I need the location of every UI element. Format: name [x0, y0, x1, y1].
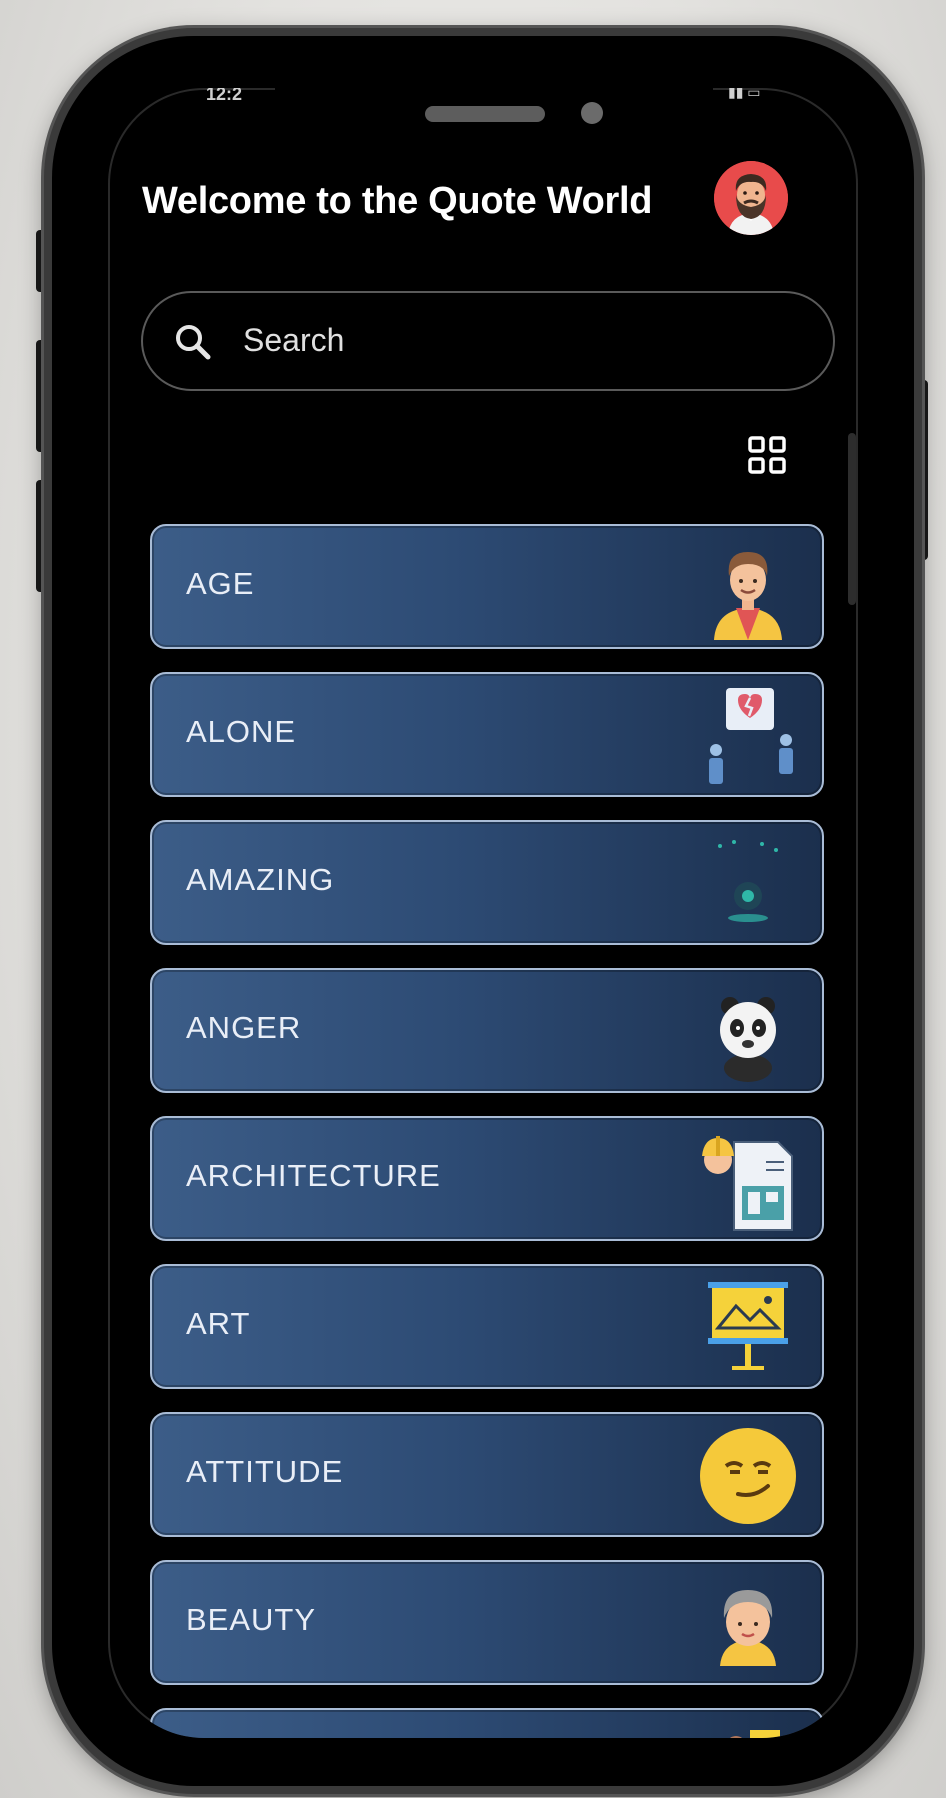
- category-card-amazing[interactable]: AMAZING: [150, 820, 824, 945]
- search-icon: [176, 325, 211, 360]
- phone-bezel: 12:2 ▮▮ ▭ Welcome to the Quote World Sea…: [52, 36, 914, 1786]
- smirk-emoji-icon: [700, 1428, 796, 1524]
- category-card-beauty[interactable]: BEAUTY: [150, 1560, 824, 1685]
- scrollbar[interactable]: [848, 433, 856, 605]
- app-screen: 12:2 ▮▮ ▭ Welcome to the Quote World Sea…: [108, 88, 858, 1738]
- status-icons: ▮▮ ▭: [728, 88, 761, 100]
- avatar[interactable]: [714, 161, 788, 235]
- architect-blueprint-icon: [702, 1136, 793, 1231]
- category-label: BEAUTY: [186, 1602, 317, 1637]
- woman-face-icon: [720, 1590, 776, 1666]
- category-card-alone[interactable]: ALONE: [150, 672, 824, 797]
- category-card-partial[interactable]: [150, 1708, 824, 1738]
- category-label: AGE: [186, 566, 255, 601]
- grid-view-icon[interactable]: [748, 436, 786, 474]
- category-label: AMAZING: [186, 862, 335, 897]
- category-card-art[interactable]: ART: [150, 1264, 824, 1389]
- page-title: Welcome to the Quote World: [142, 180, 653, 222]
- search-input[interactable]: Search: [243, 322, 344, 359]
- status-time: 12:2: [206, 88, 243, 104]
- category-label: ALONE: [186, 714, 297, 749]
- speaker: [425, 106, 545, 122]
- category-card-architecture[interactable]: ARCHITECTURE: [150, 1116, 824, 1241]
- search-bar[interactable]: Search: [141, 291, 835, 391]
- category-label: ARCHITECTURE: [186, 1158, 441, 1193]
- category-label: ART: [186, 1306, 251, 1341]
- broken-heart-people-icon: [709, 688, 793, 784]
- bearded-man-icon: [714, 161, 788, 235]
- partial-card-icon: [730, 1730, 780, 1738]
- category-label: ANGER: [186, 1010, 302, 1045]
- category-card-age[interactable]: AGE: [150, 524, 824, 649]
- category-label: ATTITUDE: [186, 1454, 344, 1489]
- sparkle-icon: [718, 840, 778, 922]
- panda-icon: [720, 997, 776, 1082]
- category-card-attitude[interactable]: ATTITUDE: [150, 1412, 824, 1537]
- phone-frame: 12:2 ▮▮ ▭ Welcome to the Quote World Sea…: [44, 28, 922, 1794]
- notch: [275, 88, 713, 146]
- art-easel-icon: [708, 1282, 788, 1370]
- front-camera: [581, 102, 603, 124]
- young-man-icon: [714, 552, 782, 640]
- category-card-anger[interactable]: ANGER: [150, 968, 824, 1093]
